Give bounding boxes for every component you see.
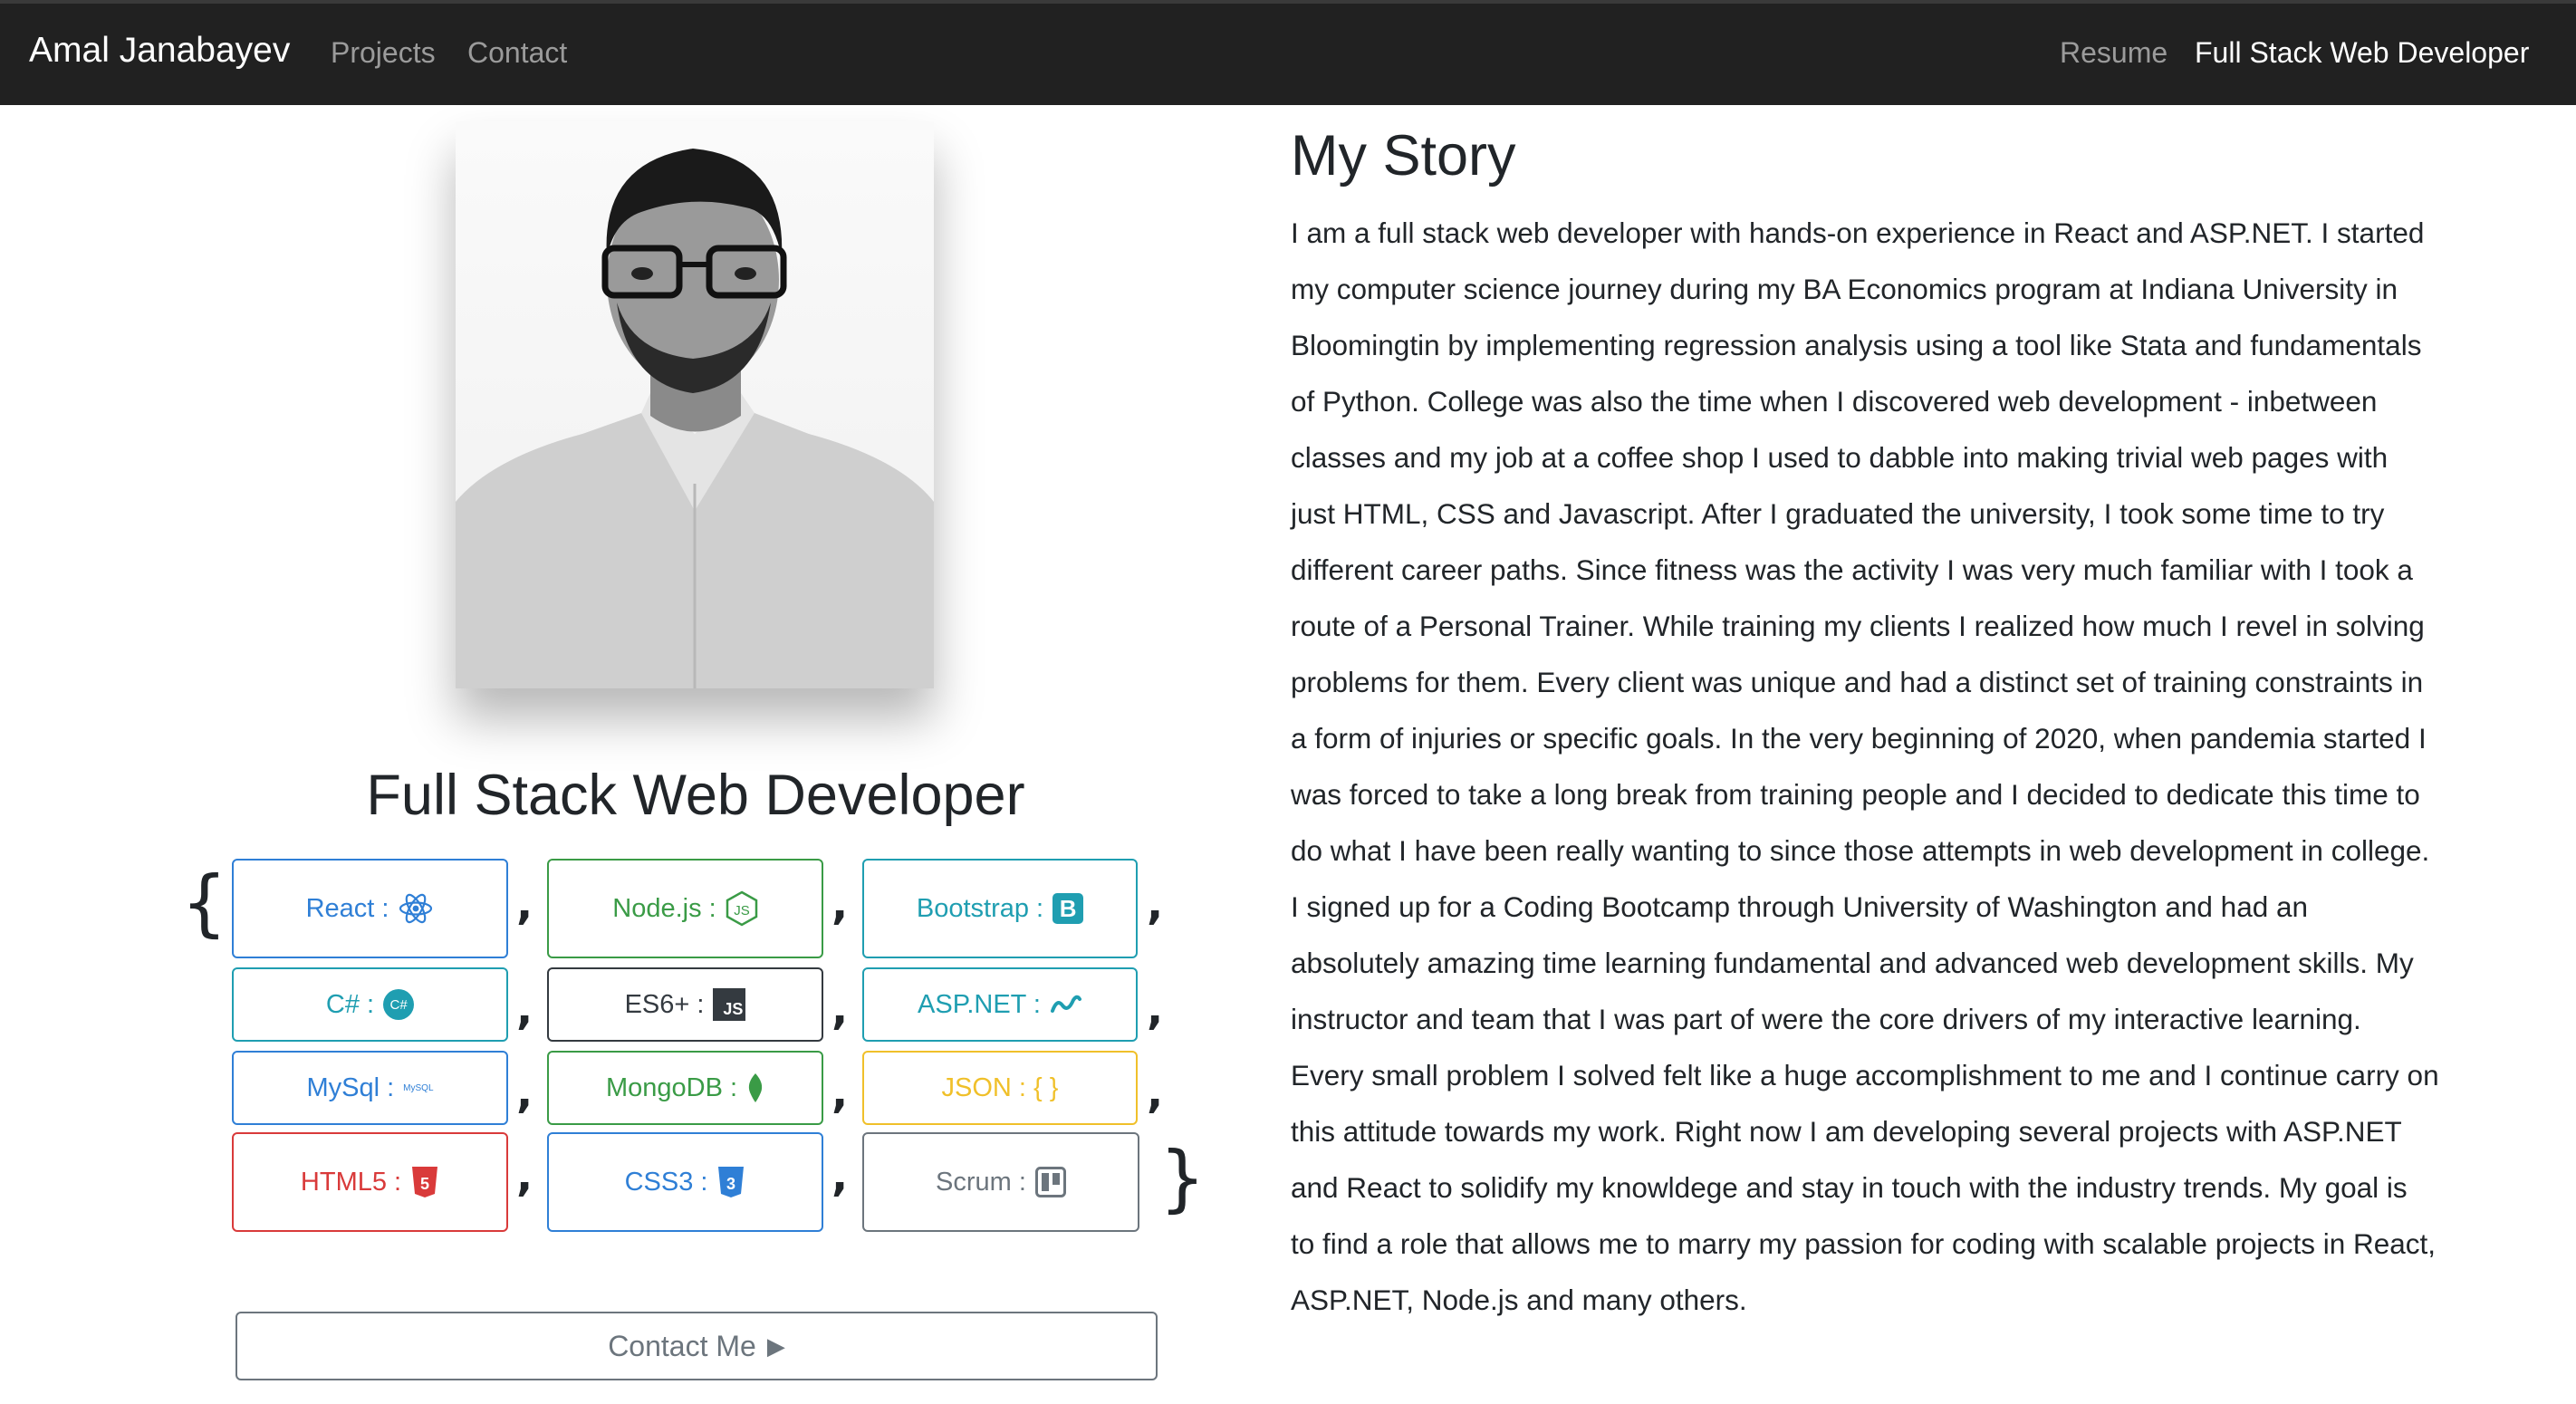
comma-separator: , [831,1067,849,1118]
story-line: do what I have been really wanting to si… [1291,834,2430,867]
comma-separator: , [516,879,533,929]
skill-label: CSS3 : [624,1167,708,1197]
story-line: absolutely amazing time learning fundame… [1291,947,2414,979]
story-line: of Python. College was also the time whe… [1291,385,2378,418]
skill-scrum: Scrum : [862,1132,1139,1232]
bootstrap-icon: B [1053,893,1084,924]
nav-link-contact[interactable]: Contact [467,36,567,70]
skill-es6: ES6+ : JS [547,967,823,1042]
comma-separator: , [516,1150,533,1201]
story-line: was forced to take a long break from tra… [1291,778,2420,811]
story-line: route of a Personal Trainer. While train… [1291,610,2425,642]
top-navbar: Amal Janabayev Projects Contact Resume F… [0,0,2576,105]
nav-link-projects[interactable]: Projects [331,36,436,70]
brand-link[interactable]: Amal Janabayev [29,31,290,71]
skill-mongodb: MongoDB : [547,1051,823,1125]
css3-icon: 3 [716,1166,745,1198]
skill-csharp: C# : C# [232,967,508,1042]
skill-label: MySql : [306,1072,395,1102]
react-icon [398,890,434,927]
aspnet-icon [1050,995,1082,1015]
skill-aspnet: ASP.NET : [862,967,1138,1042]
contact-me-label: Contact Me [608,1329,756,1362]
story-line: instructor and team that I was part of w… [1291,1003,2361,1035]
open-brace: { [181,861,227,945]
comma-separator: , [1147,879,1164,929]
comma-separator: , [831,1150,849,1201]
mongodb-leaf-icon [746,1072,764,1103]
close-brace: } [1159,1136,1206,1220]
mysql-icon: MySQL [403,1082,434,1093]
nav-link-role[interactable]: Full Stack Web Developer [2195,36,2529,70]
skill-label: C# : [325,989,375,1019]
trello-board-icon [1034,1167,1066,1197]
skill-label: Node.js : [612,893,716,923]
nodejs-icon: JS [726,890,758,927]
skill-html5: HTML5 : 5 [232,1132,508,1232]
play-arrow-icon: ▶ [766,1332,785,1360]
comma-separator: , [831,984,849,1034]
skill-label: ASP.NET : [918,989,1041,1019]
story-line: to find a role that allows me to marry m… [1291,1227,2437,1260]
story-line: and React to solidify my knowldege and s… [1291,1171,2408,1204]
csharp-icon: C# [383,989,415,1020]
skill-label: ES6+ : [624,989,705,1019]
story-line: I signed up for a Coding Bootcamp throug… [1291,890,2309,923]
skill-label: MongoDB : [605,1072,738,1102]
skill-react: React : [232,859,508,958]
skill-bootstrap: Bootstrap : B [862,859,1138,958]
skill-label: JSON : { } [941,1072,1059,1102]
html5-icon-glyph: 5 [420,1175,429,1193]
skill-json: JSON : { } [862,1051,1138,1125]
story-line: Every small problem I solved felt like a… [1291,1059,2439,1091]
story-line: I am a full stack web developer with han… [1291,216,2425,249]
skill-label: HTML5 : [300,1167,402,1197]
comma-separator: , [831,879,849,929]
story-paragraph: I am a full stack web developer with han… [1291,205,2495,1328]
hero-title: Full Stack Web Developer [366,764,1025,827]
skill-label: Bootstrap : [916,893,1044,923]
contact-me-button[interactable]: Contact Me ▶ [235,1312,1158,1380]
story-line: this attitude towards my work. Right now… [1291,1115,2402,1148]
story-title: My Story [1291,124,1516,188]
skill-mysql: MySql : MySQL [232,1051,508,1125]
comma-separator: , [1147,1067,1164,1118]
css3-icon-glyph: 3 [726,1175,735,1193]
html5-icon: 5 [410,1166,439,1198]
story-line: a form of injuries or specific goals. In… [1291,722,2427,755]
skill-nodejs: Node.js : JS [547,859,823,958]
story-line: classes and my job at a coffee shop I us… [1291,441,2389,474]
javascript-icon: JS [713,988,746,1021]
comma-separator: , [516,1067,533,1118]
skill-label: Scrum : [936,1167,1026,1197]
story-line: different career paths. Since fitness wa… [1291,553,2413,586]
svg-text:JS: JS [734,903,750,918]
story-line: ASP.NET, Node.js and many others. [1291,1284,1747,1316]
story-line: my computer science journey during my BA… [1291,273,2398,305]
skill-label: React : [305,893,389,923]
nav-link-resume[interactable]: Resume [2060,36,2167,70]
story-line: Bloomingtin by implementing regression a… [1291,329,2422,361]
story-line: problems for them. Every client was uniq… [1291,666,2424,698]
skill-css3: CSS3 : 3 [547,1132,823,1232]
comma-separator: , [516,984,533,1034]
profile-photo [456,121,934,688]
comma-separator: , [1147,984,1164,1034]
story-line: just HTML, CSS and Javascript. After I g… [1291,497,2385,530]
